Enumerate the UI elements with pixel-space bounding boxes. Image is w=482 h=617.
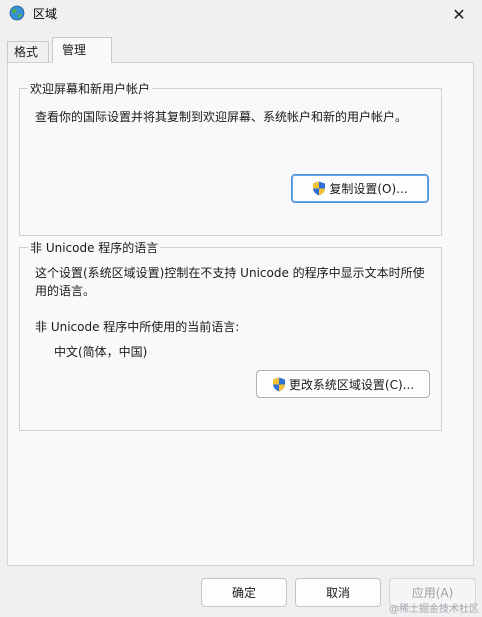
title-bar: 区域 ✕ xyxy=(0,0,482,28)
welcome-screen-group: 欢迎屏幕和新用户帐户 查看你的国际设置并将其复制到欢迎屏幕、系统帐户和新的用户帐… xyxy=(19,80,442,236)
uac-shield-icon xyxy=(272,377,285,391)
change-system-locale-button[interactable]: 更改系统区域设置(C)... xyxy=(256,370,430,398)
close-icon: ✕ xyxy=(452,4,466,24)
current-language-label: 非 Unicode 程序中所使用的当前语言: xyxy=(35,320,240,334)
cancel-button[interactable]: 取消 xyxy=(295,578,381,607)
non-unicode-description: 这个设置(系统区域设置)控制在不支持 Unicode 的程序中显示文本时所使用的… xyxy=(35,266,425,298)
non-unicode-group-legend: 非 Unicode 程序的语言 xyxy=(28,239,161,256)
welcome-description: 查看你的国际设置并将其复制到欢迎屏幕、系统帐户和新的用户帐户。 xyxy=(35,110,408,124)
copy-settings-label: 复制设置(O)... xyxy=(329,182,408,196)
watermark: @稀土掘金技术社区 xyxy=(389,604,479,615)
current-language-value: 中文(简体，中国) xyxy=(54,345,148,359)
globe-icon xyxy=(9,5,25,21)
tab-administrative[interactable]: 管理 xyxy=(52,37,112,63)
non-unicode-group: 非 Unicode 程序的语言 这个设置(系统区域设置)控制在不支持 Unico… xyxy=(19,239,442,431)
copy-settings-button[interactable]: 复制设置(O)... xyxy=(291,174,429,203)
change-system-locale-label: 更改系统区域设置(C)... xyxy=(288,377,415,392)
tab-panel-administrative: 欢迎屏幕和新用户帐户 查看你的国际设置并将其复制到欢迎屏幕、系统帐户和新的用户帐… xyxy=(7,62,474,566)
window-title: 区域 xyxy=(33,7,58,21)
close-button[interactable]: ✕ xyxy=(436,0,482,28)
ok-button[interactable]: 确定 xyxy=(201,578,287,607)
tab-format[interactable]: 格式 xyxy=(7,41,49,62)
uac-shield-icon xyxy=(313,181,326,196)
welcome-group-legend: 欢迎屏幕和新用户帐户 xyxy=(28,80,153,97)
